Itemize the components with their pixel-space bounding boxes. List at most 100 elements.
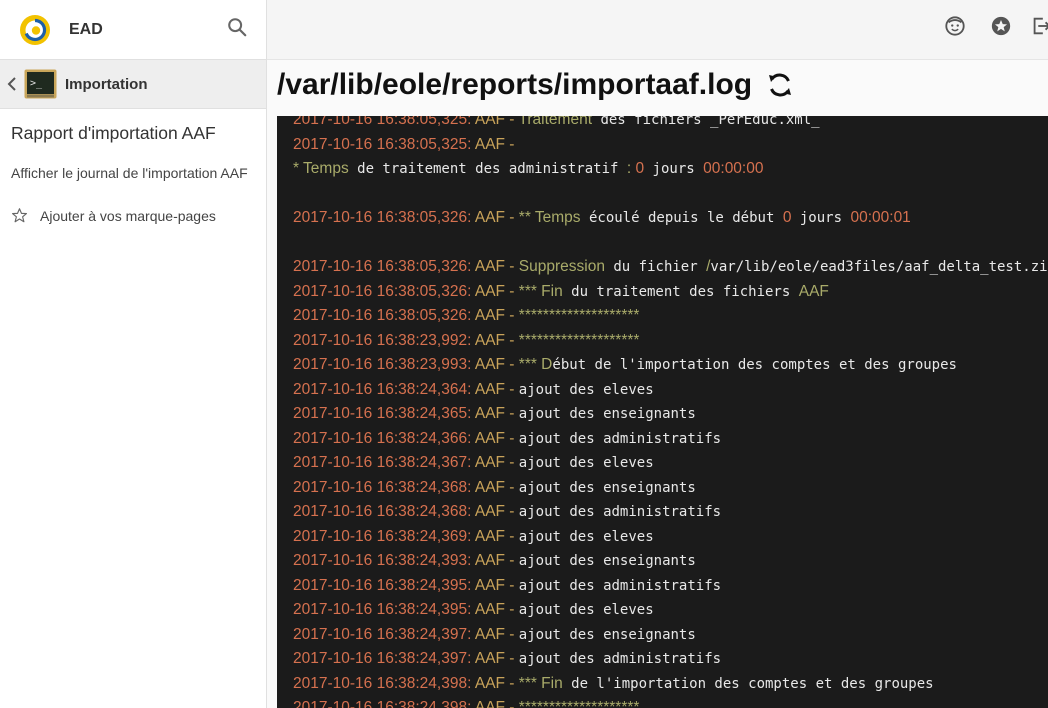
log-line: 2017-10-16 16:38:05,325: AAF - [293, 133, 1048, 158]
log-segment: AAF - [471, 282, 519, 300]
log-line: 2017-10-16 16:38:05,326: AAF - ** Temps … [293, 206, 1048, 231]
log-segment: AAF - [471, 429, 519, 447]
log-segment: ajout des enseignants [518, 626, 696, 643]
log-segment: AAF - [471, 601, 519, 618]
log-segment: jours [644, 161, 704, 177]
log-segment: ajout des administratifs [518, 430, 722, 447]
log-segment: du traitement des fichiers [562, 283, 799, 300]
log-segment: 2017-10-16 16:38:24,395: [293, 601, 472, 618]
log-segment: *** D [518, 356, 553, 373]
log-line: 2017-10-16 16:38:05,326: AAF - *********… [293, 304, 1048, 329]
log-segment: 2017-10-16 16:38:05,325: [293, 116, 472, 128]
log-segment: 2017-10-16 16:38:24,395: [293, 576, 472, 594]
log-segment: 2017-10-16 16:38:24,397: [293, 625, 472, 643]
sidebar: EAD >_ Importation Rapport d'importation… [0, 0, 267, 708]
log-segment: AAF - [471, 625, 519, 643]
log-blank-line [293, 231, 1048, 256]
log-segment: AAF - [471, 209, 519, 226]
star-circle-icon[interactable] [990, 15, 1012, 37]
log-segment: ajout des enseignants [518, 553, 696, 569]
top-bar [267, 0, 1048, 60]
log-line: 2017-10-16 16:38:24,367: AAF - ajout des… [293, 451, 1048, 476]
module-label: Importation [65, 75, 148, 93]
log-segment: 2017-10-16 16:38:05,326: [293, 282, 472, 300]
log-segment: AAF - [471, 576, 519, 594]
module-header[interactable]: >_ Importation [0, 60, 266, 109]
log-line: 2017-10-16 16:38:24,368: AAF - ajout des… [293, 500, 1048, 525]
log-line: 2017-10-16 16:38:24,395: AAF - ajout des… [293, 598, 1048, 623]
log-lines: 2017-10-16 16:38:05,325: AAF - Traitemen… [293, 116, 1048, 708]
log-segment: ******************** [518, 331, 640, 349]
log-segment: AAF - [471, 135, 515, 153]
log-segment: Suppression [518, 258, 605, 275]
log-segment: 00:00:01 [850, 209, 911, 226]
log-segment: 2017-10-16 16:38:24,368: [293, 478, 472, 496]
log-console[interactable]: 2017-10-16 16:38:05,325: AAF - Traitemen… [277, 116, 1048, 708]
log-segment: 2017-10-16 16:38:05,326: [293, 307, 472, 324]
log-segment: 00:00:00 [703, 160, 764, 177]
star-outline-icon [11, 208, 28, 223]
app: EAD >_ Importation Rapport d'importation… [0, 0, 1048, 708]
log-segment: ajout des administratifs [518, 651, 722, 667]
log-blank-line [293, 182, 1048, 207]
log-segment: 2017-10-16 16:38:24,397: [293, 650, 472, 667]
log-segment: 2017-10-16 16:38:24,398: [293, 699, 472, 708]
log-line: 2017-10-16 16:38:05,326: AAF - *** Fin d… [293, 280, 1048, 305]
log-segment: AAF - [471, 527, 519, 545]
log-segment: ajout des eleves [518, 381, 654, 398]
log-segment: ajout des eleves [518, 602, 654, 618]
svg-text:>_: >_ [30, 78, 43, 89]
log-segment: 2017-10-16 16:38:24,364: [293, 380, 472, 398]
log-segment: 2017-10-16 16:38:05,326: [293, 209, 472, 226]
log-segment: 2017-10-16 16:38:23,993: [293, 356, 472, 373]
log-segment: AAF - [471, 356, 519, 373]
log-segment: écoulé depuis le début [580, 210, 783, 226]
refresh-icon[interactable] [765, 70, 795, 100]
log-segment: du fichier [604, 259, 707, 275]
chevron-left-icon[interactable] [6, 76, 18, 92]
add-bookmark-button[interactable]: Ajouter à vos marque-pages [0, 181, 266, 224]
log-line: 2017-10-16 16:38:23,992: AAF - *********… [293, 329, 1048, 354]
log-line: 2017-10-16 16:38:24,369: AAF - ajout des… [293, 525, 1048, 550]
log-line: 2017-10-16 16:38:05,325: AAF - Traitemen… [293, 116, 1048, 133]
log-file-path: /var/lib/eole/reports/importaaf.log [277, 68, 753, 101]
log-segment: 2017-10-16 16:38:24,366: [293, 429, 472, 447]
log-segment: ******************** [518, 307, 640, 324]
log-segment: ******************** [518, 699, 640, 708]
log-segment: ajout des enseignants [518, 406, 696, 422]
terminal-icon: >_ [24, 69, 57, 99]
log-segment: AAF - [471, 307, 519, 324]
log-segment: AAF - [471, 331, 519, 349]
log-segment: Traitement [518, 116, 593, 128]
log-line: 2017-10-16 16:38:24,366: AAF - ajout des… [293, 427, 1048, 452]
log-segment: AAF - [471, 258, 519, 275]
log-segment: 0 [635, 160, 645, 177]
log-segment: ajout des enseignants [518, 479, 696, 496]
log-segment: de traitement des administratif [348, 161, 627, 177]
log-line: 2017-10-16 16:38:05,326: AAF - Suppressi… [293, 255, 1048, 280]
log-line: 2017-10-16 16:38:24,365: AAF - ajout des… [293, 402, 1048, 427]
app-title: EAD [69, 20, 103, 38]
log-segment: var/lib/eole/ead3files/aaf_delta_test.zi… [710, 259, 1048, 275]
log-segment: AAF - [471, 503, 519, 520]
logout-icon[interactable] [1030, 15, 1048, 37]
log-segment: 2017-10-16 16:38:24,368: [293, 503, 472, 520]
log-segment: AAF - [471, 116, 519, 128]
log-segment: 2017-10-16 16:38:24,393: [293, 552, 472, 569]
log-line: 2017-10-16 16:38:24,395: AAF - ajout des… [293, 574, 1048, 599]
log-segment: de l'importation des comptes et des grou… [562, 675, 934, 692]
search-icon[interactable] [226, 16, 248, 38]
log-segment: : [626, 160, 636, 177]
log-segment: 2017-10-16 16:38:24,398: [293, 674, 472, 692]
log-segment: 2017-10-16 16:38:24,367: [293, 454, 472, 471]
section-title: Rapport d'importation AAF [11, 123, 216, 143]
brand-header: EAD [0, 0, 266, 60]
eole-logo-icon[interactable] [18, 13, 52, 47]
log-segment: jours [791, 210, 851, 226]
log-line: * Temps de traitement des administratif … [293, 157, 1048, 182]
user-face-icon[interactable] [944, 15, 966, 37]
nav-link-show-log[interactable]: Afficher le journal de l'importation AAF [0, 144, 266, 181]
log-line: 2017-10-16 16:38:24,397: AAF - ajout des… [293, 623, 1048, 648]
log-segment: *** Fin [518, 674, 563, 692]
log-line: 2017-10-16 16:38:24,397: AAF - ajout des… [293, 647, 1048, 672]
